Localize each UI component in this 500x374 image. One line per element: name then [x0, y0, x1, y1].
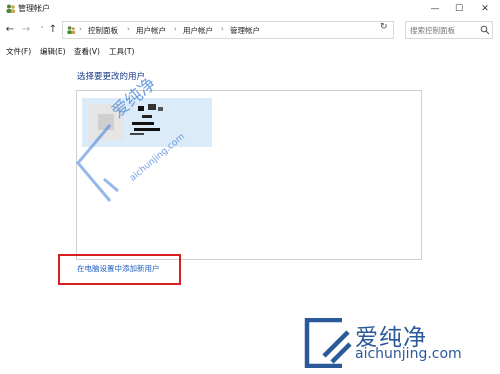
- menu-edit[interactable]: 编辑(E): [40, 46, 66, 57]
- up-arrow-icon[interactable]: ↑: [47, 23, 59, 37]
- address-bar[interactable]: › 控制面板 › 用户帐户 › 用户帐户 › 管理帐户 ˅: [62, 21, 427, 39]
- breadcrumb-separator-icon: ›: [79, 25, 82, 33]
- menu-tools[interactable]: 工具(T): [109, 46, 134, 57]
- search-input[interactable]: 搜索控制面板: [405, 21, 493, 39]
- back-arrow-icon[interactable]: ←: [4, 23, 16, 37]
- maximize-button[interactable]: ☐: [446, 0, 472, 18]
- refresh-icon[interactable]: ↻: [380, 22, 388, 32]
- window-title: 管理帐户: [18, 4, 50, 13]
- breadcrumb-manage-accounts[interactable]: 管理帐户: [230, 25, 260, 36]
- search-placeholder: 搜索控制面板: [410, 26, 455, 35]
- search-icon[interactable]: [480, 25, 490, 35]
- breadcrumb-user-accounts[interactable]: 用户帐户: [136, 25, 166, 36]
- highlight-box: [58, 254, 181, 285]
- breadcrumb-separator-icon: ›: [174, 25, 177, 33]
- title-bar: 管理帐户 — ☐ ✕: [0, 0, 500, 18]
- menu-file[interactable]: 文件(F): [6, 46, 31, 57]
- users-app-icon: [6, 4, 15, 13]
- breadcrumb-separator-icon: ›: [127, 25, 130, 33]
- brand-url-text: aichunjing.com: [355, 346, 462, 362]
- breadcrumb-separator-icon: ›: [221, 25, 224, 33]
- menu-view[interactable]: 查看(V): [74, 46, 100, 57]
- forward-arrow-icon[interactable]: →: [20, 23, 32, 37]
- menu-bar: 文件(F) 编辑(E) 查看(V) 工具(T): [0, 44, 500, 58]
- breadcrumb-control-panel[interactable]: 控制面板: [88, 25, 118, 36]
- close-button[interactable]: ✕: [472, 0, 498, 18]
- minimize-button[interactable]: —: [422, 0, 448, 18]
- users-location-icon: [67, 26, 76, 34]
- breadcrumb-user-accounts-2[interactable]: 用户帐户: [183, 25, 213, 36]
